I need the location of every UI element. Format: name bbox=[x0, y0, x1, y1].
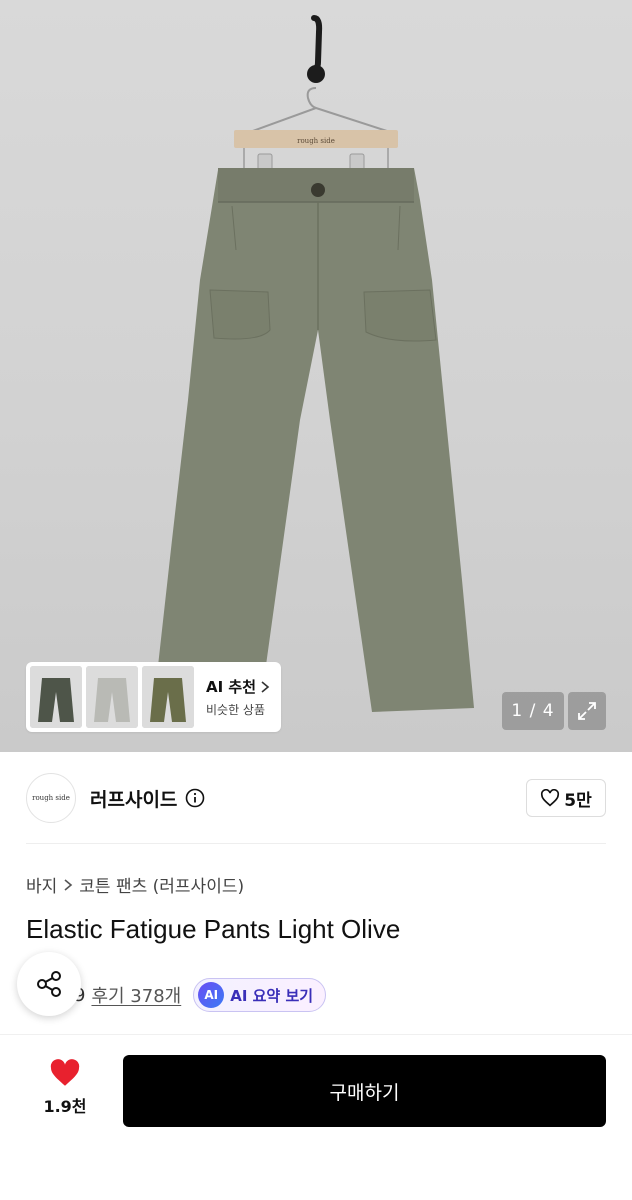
similar-product-thumbnail[interactable] bbox=[142, 666, 194, 728]
bottom-action-bar: 1.9천 구매하기 bbox=[0, 1034, 632, 1200]
breadcrumb-subcategory[interactable]: 코튼 팬츠 (러프사이드) bbox=[79, 872, 244, 897]
expand-icon bbox=[578, 702, 596, 720]
heart-filled-icon bbox=[50, 1059, 80, 1086]
heart-outline-icon bbox=[541, 789, 560, 807]
brand-like-button[interactable]: 5만 bbox=[526, 779, 606, 817]
brand-logo[interactable]: rough side bbox=[26, 773, 76, 823]
buy-button[interactable]: 구매하기 bbox=[123, 1055, 606, 1127]
ai-recommendation-link[interactable]: AI 추천 비슷한 상품 bbox=[206, 676, 270, 718]
review-count-link[interactable]: 후기 378개 bbox=[91, 982, 181, 1008]
info-icon[interactable] bbox=[185, 788, 205, 808]
divider bbox=[26, 843, 606, 844]
share-icon bbox=[37, 971, 61, 997]
product-photo: rough side bbox=[156, 15, 474, 712]
wishlist-count: 1.9천 bbox=[43, 1097, 87, 1116]
share-button[interactable] bbox=[17, 952, 81, 1016]
breadcrumb-category[interactable]: 바지 bbox=[26, 872, 57, 897]
ai-badge-icon: AI bbox=[198, 982, 225, 1008]
image-page-counter: 1 / 4 bbox=[502, 692, 564, 730]
expand-image-button[interactable] bbox=[568, 692, 606, 730]
ai-recommendation-title: AI 추천 bbox=[206, 678, 257, 696]
brand-row: rough side 러프사이드 5만 bbox=[26, 772, 606, 824]
ai-summary-label: AI 요약 보기 bbox=[230, 986, 314, 1005]
breadcrumb: 바지 코튼 팬츠 (러프사이드) bbox=[26, 872, 244, 897]
ai-summary-button[interactable]: AI AI 요약 보기 bbox=[193, 978, 327, 1012]
chevron-right-icon bbox=[64, 878, 73, 891]
product-image-gallery[interactable]: rough side AI 추천 비슷한 상품 1 / 4 bbox=[0, 0, 632, 752]
wishlist-button[interactable]: 1.9천 bbox=[34, 1059, 96, 1117]
similar-product-thumbnail[interactable] bbox=[86, 666, 138, 728]
ai-similar-products-strip[interactable]: AI 추천 비슷한 상품 bbox=[26, 662, 281, 732]
brand-name[interactable]: 러프사이드 bbox=[90, 785, 177, 812]
chevron-right-icon bbox=[261, 680, 270, 693]
brand-like-count: 5만 bbox=[564, 790, 592, 811]
ai-recommendation-subtitle: 비슷한 상품 bbox=[206, 703, 266, 717]
product-title: Elastic Fatigue Pants Light Olive bbox=[26, 914, 401, 944]
hanger-brand-text: rough side bbox=[297, 137, 335, 145]
similar-product-thumbnail[interactable] bbox=[30, 666, 82, 728]
